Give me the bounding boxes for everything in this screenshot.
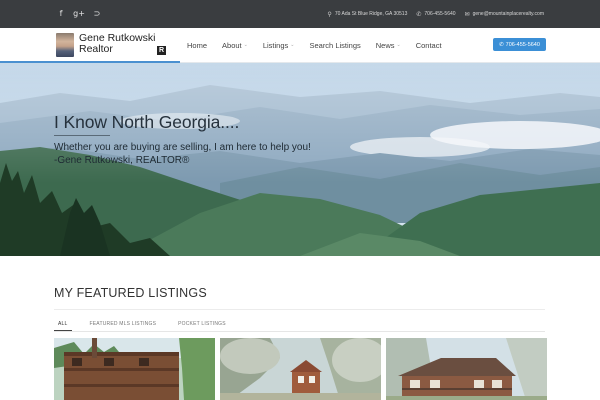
google-plus-icon[interactable]: g+ — [72, 7, 86, 21]
tabs-divider — [54, 331, 545, 332]
map-pin-icon: ⚲ — [327, 10, 332, 18]
hero-subtitle-line2: -Gene Rutkowski, REALTOR® — [54, 155, 190, 166]
realtor-logo-icon: R — [157, 46, 166, 55]
address-item: ⚲ 70 Ada St Blue Ridge, GA 30513 — [327, 11, 407, 18]
listing-cards — [54, 338, 547, 400]
chevron-down-icon: ⌄ — [396, 42, 401, 48]
nav-home-label: Home — [187, 40, 208, 50]
nav-search-listings-label: Search Listings — [309, 40, 361, 50]
email-text: gene@mountainplacerealty.com — [472, 11, 544, 17]
nav-listings[interactable]: Listings ⌄ — [263, 41, 295, 50]
listing-card[interactable] — [220, 338, 381, 400]
hero-divider — [54, 135, 110, 136]
facebook-icon[interactable]: f — [54, 7, 68, 21]
envelope-icon: ✉ — [464, 10, 470, 18]
nav-news-label: News — [375, 40, 395, 50]
contact-info: ⚲ 70 Ada St Blue Ridge, GA 30513 ✆ 706-4… — [327, 0, 544, 28]
hero-title: I Know North Georgia.... — [54, 112, 240, 132]
hero-subtitle: Whether you are buying are selling, I am… — [54, 141, 311, 167]
rss-icon[interactable]: ⊃ — [90, 7, 104, 21]
top-bar: f g+ ⊃ ⚲ 70 Ada St Blue Ridge, GA 30513 … — [0, 0, 600, 28]
nav-contact-label: Contact — [415, 40, 442, 50]
hero-subtitle-line1: Whether you are buying are selling, I am… — [54, 142, 311, 153]
call-button[interactable]: ✆ 706-455-5640 — [493, 38, 546, 51]
nav-search-listings[interactable]: Search Listings — [309, 41, 360, 50]
nav-contact[interactable]: Contact — [416, 41, 442, 50]
phone-text: 706-455-5640 — [424, 11, 456, 17]
call-button-label: 706-455-5640 — [505, 41, 540, 48]
phone-icon: ✆ — [499, 41, 504, 48]
nav-news[interactable]: News ⌄ — [376, 41, 401, 50]
address-text: 70 Ada St Blue Ridge, GA 30513 — [334, 11, 408, 17]
tab-featured-mls[interactable]: FEATURED MLS LISTINGS — [86, 318, 161, 331]
chevron-down-icon: ⌄ — [243, 42, 248, 48]
listing-filter-tabs: ALL FEATURED MLS LISTINGS POCKET LISTING… — [54, 318, 244, 332]
phone-icon: ✆ — [416, 10, 422, 18]
email-item[interactable]: ✉ gene@mountainplacerealty.com — [465, 11, 544, 18]
nav-listings-label: Listings — [262, 40, 289, 50]
brand-name: Gene Rutkowski Realtor — [79, 33, 155, 55]
agent-photo — [56, 33, 74, 57]
main-nav: Home About ⌄ Listings ⌄ Search Listings Ne… — [187, 28, 457, 62]
nav-about-label: About — [222, 40, 242, 50]
nav-home[interactable]: Home — [187, 41, 207, 50]
listing-photo — [386, 338, 547, 400]
chevron-down-icon: ⌄ — [290, 42, 295, 48]
listing-card[interactable] — [54, 338, 215, 400]
social-links: f g+ ⊃ — [54, 7, 104, 21]
listing-photo — [54, 338, 215, 400]
featured-listings-heading: MY FEATURED LISTINGS — [54, 286, 207, 300]
tab-all[interactable]: ALL — [54, 318, 72, 331]
tab-pocket-listings[interactable]: POCKET LISTINGS — [174, 318, 230, 331]
site-logo[interactable]: Gene Rutkowski Realtor — [56, 33, 155, 57]
nav-about[interactable]: About ⌄ — [222, 41, 248, 50]
listing-card[interactable] — [386, 338, 547, 400]
section-divider — [54, 309, 545, 310]
listing-photo — [220, 338, 381, 400]
phone-item[interactable]: ✆ 706-455-5640 — [416, 11, 455, 18]
brand-name-line2: Realtor — [79, 43, 113, 55]
